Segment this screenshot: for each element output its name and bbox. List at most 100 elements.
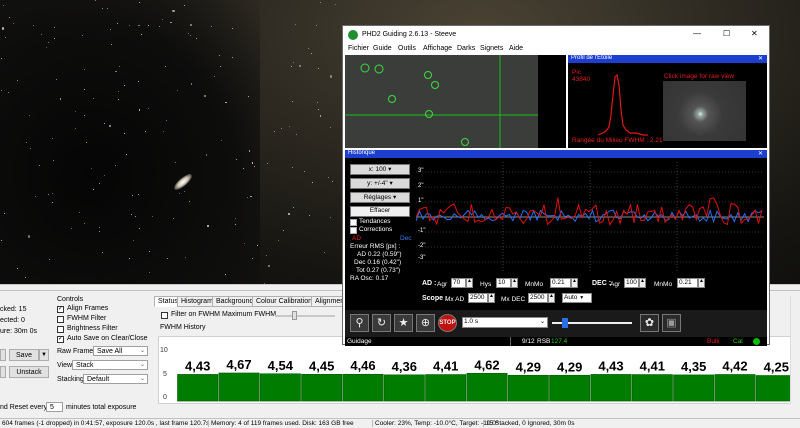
tab-colour-calibration[interactable]: Colour Calibration [252, 296, 317, 307]
star [292, 167, 294, 169]
mode-select[interactable]: Auto ▼ [562, 293, 592, 303]
legend-ad: AD [352, 235, 362, 242]
star [151, 215, 153, 217]
settings-select[interactable]: Réglages ▾ [350, 192, 410, 203]
guide-camera-view[interactable] [345, 55, 566, 148]
ad-mnmo-input[interactable]: 0.21 [550, 278, 571, 288]
y-tick-10: 10 [160, 347, 168, 354]
star [334, 4, 336, 6]
stop-button[interactable]: STOP [438, 314, 457, 332]
ad-mnmo-spinner[interactable]: ▲▼ [571, 278, 582, 288]
guide-target-icon[interactable]: ⊕ [416, 314, 435, 332]
save-dropdown-button[interactable]: ▼ [39, 349, 49, 361]
chevron-down-icon: ▾ [389, 180, 393, 187]
view-select[interactable]: Stack ⌄ [72, 360, 148, 370]
menu-fichier[interactable]: Fichier [348, 45, 369, 52]
star [187, 32, 189, 34]
y-scale-select[interactable]: y: +/-4" ▾ [350, 178, 410, 189]
star [184, 4, 186, 6]
menu-affichage[interactable]: Affichage [423, 45, 452, 52]
minimize-button[interactable]: — [693, 29, 701, 38]
mx-dec-spinner[interactable]: ▲▼ [548, 293, 559, 303]
reset-minutes-input[interactable]: 5 [46, 402, 63, 412]
mx-ad-input[interactable]: 2500 [468, 293, 488, 303]
star [147, 107, 149, 109]
star-profile-panel[interactable]: Profil de l'Étoile ✕ Pic 43840 Click ima… [568, 55, 767, 148]
gamma-slider-thumb[interactable] [562, 318, 568, 328]
mode-value: Auto [564, 294, 578, 301]
fwhm-filter-checkbox[interactable] [57, 316, 64, 323]
connect-gear-icon[interactable]: ⚲ [350, 314, 369, 332]
corrections-label: Corrections [359, 226, 393, 233]
star [28, 114, 30, 116]
fwhm-bar-label: 4,43 [185, 358, 210, 373]
ad-hys-input[interactable]: 10 [496, 278, 511, 288]
stacking-select[interactable]: Default ⌄ [83, 374, 148, 384]
rms-ad: AD 0.22 (0.59") [357, 251, 402, 258]
loop-icon[interactable]: ↻ [372, 314, 391, 332]
mx-ad-label: Mx AD [445, 296, 465, 303]
star [246, 197, 248, 199]
star [320, 1, 322, 3]
close-icon[interactable]: ✕ [758, 150, 763, 157]
tab-histogram-label: Histogram [181, 298, 213, 305]
fwhm-bar-label: 4,29 [516, 359, 541, 374]
phd2-title-bar[interactable]: PHD2 Guiding 2.6.13 - Steeve — ☐ ✕ [343, 26, 769, 44]
chevron-down-icon: ▾ [393, 194, 397, 201]
star [104, 122, 106, 124]
ad-hys-spinner[interactable]: ▲▼ [511, 278, 522, 288]
dec-mnmo-spinner[interactable]: ▲▼ [698, 278, 709, 288]
mx-dec-input[interactable]: 2500 [528, 293, 548, 303]
align-frames-checkbox[interactable]: ✓ [57, 306, 64, 313]
left-button-1[interactable] [0, 349, 6, 361]
x-scale-select[interactable]: x: 100 ▾ [350, 164, 410, 175]
menu-outils[interactable]: Outils [398, 45, 416, 52]
menu-aide[interactable]: Aide [509, 45, 523, 52]
menu-darks[interactable]: Darks [457, 45, 475, 52]
chevron-down-icon: ▾ [388, 166, 392, 173]
fwhm-bar-label: 4,54 [268, 358, 294, 373]
star [123, 133, 125, 135]
unstack-button[interactable]: Unstack [9, 366, 49, 378]
dec-agr-input[interactable]: 100 [624, 278, 639, 288]
brightness-filter-label: Brightness Filter [67, 325, 118, 332]
left-button-2[interactable] [0, 366, 6, 378]
star [86, 141, 88, 143]
menu-signets[interactable]: Signets [480, 45, 503, 52]
vertical-scrollbar[interactable] [790, 296, 800, 404]
ad-agr-spinner[interactable]: ▲▼ [466, 278, 477, 288]
star-thumbnail[interactable] [663, 81, 746, 141]
dec-mnmo-input[interactable]: 0.21 [677, 278, 698, 288]
image-dark-region [0, 0, 260, 290]
view-label: View [57, 362, 73, 369]
trends-checkbox[interactable] [350, 219, 357, 226]
tab-background[interactable]: Background [212, 296, 258, 307]
exposure-select[interactable]: 1.0 s ⌄ [462, 317, 548, 328]
filter-on-fwhm-checkbox[interactable] [161, 312, 168, 319]
dec-agr-value: 100 [626, 279, 637, 286]
corrections-checkbox[interactable] [350, 227, 357, 234]
close-button[interactable]: ✕ [751, 29, 758, 38]
mx-ad-spinner[interactable]: ▲▼ [488, 293, 499, 303]
maximize-button[interactable]: ☐ [723, 29, 730, 38]
star [244, 242, 246, 244]
brain-icon[interactable]: ✿ [640, 314, 659, 332]
star [292, 61, 294, 63]
auto-save-checkbox[interactable]: ✓ [57, 336, 64, 343]
raw-frames-select[interactable]: Save All ⌄ [93, 346, 148, 356]
save-button[interactable]: Save [9, 349, 39, 361]
tab-histogram[interactable]: Histogram [177, 296, 217, 307]
ad-agr-input[interactable]: 70 [451, 278, 466, 288]
scope-icon[interactable]: ▣ [662, 314, 681, 332]
maximum-fwhm-slider-thumb[interactable] [292, 311, 297, 320]
maximum-fwhm-slider[interactable] [275, 315, 335, 317]
profile-fwhm-text: Rangée du Milieu FWHM : 2.21 [572, 137, 663, 144]
brightness-filter-checkbox[interactable] [57, 326, 64, 333]
fwhm-bar [301, 373, 343, 402]
clear-button[interactable]: Effacer [350, 206, 410, 217]
star [16, 267, 18, 269]
dec-agr-spinner[interactable]: ▲▼ [639, 278, 650, 288]
autostar-icon[interactable]: ★ [394, 314, 413, 332]
hist-y-tick-1: 1" [418, 198, 424, 204]
menu-guide[interactable]: Guide [373, 45, 392, 52]
